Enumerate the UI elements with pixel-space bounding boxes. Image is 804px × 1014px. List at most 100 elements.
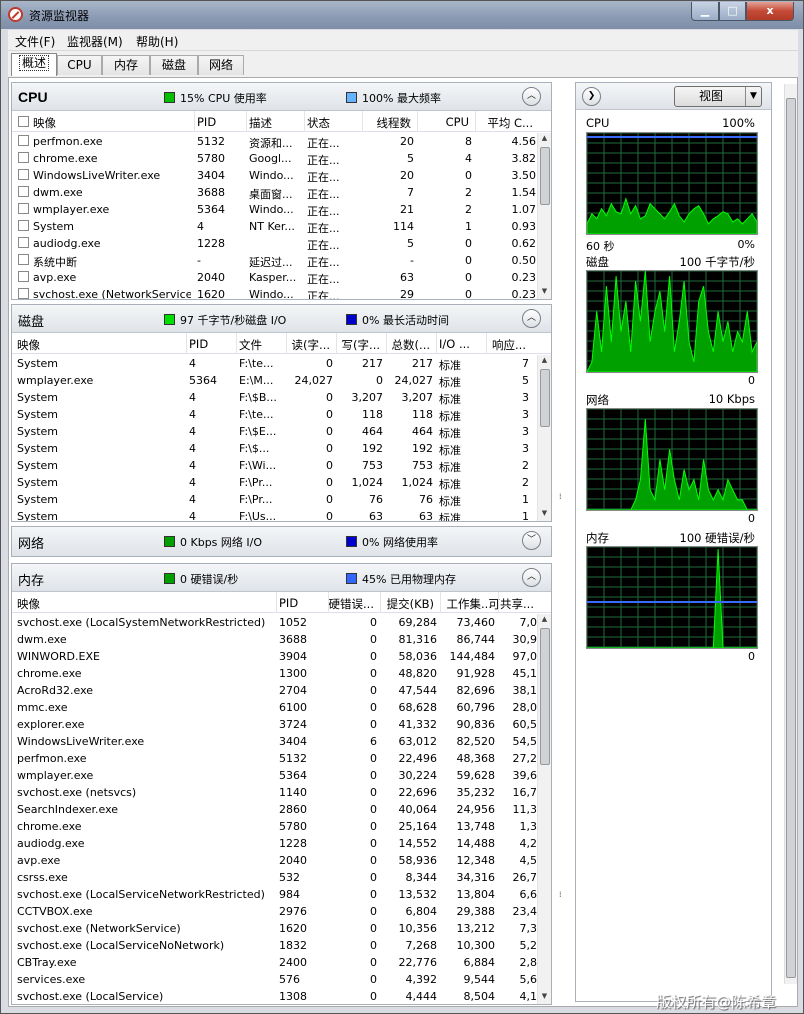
table-row[interactable]: perfmon.exe 5132 0 22,496 48,368 27,2: [12, 750, 551, 767]
table-row[interactable]: System 4 F:\te... 0 217 217 标准 7: [12, 355, 551, 372]
table-row[interactable]: dwm.exe 3688 桌面窗... 正在... 7 2 1.54: [12, 184, 551, 201]
table-row[interactable]: mmc.exe 6100 0 68,628 60,796 28,0: [12, 699, 551, 716]
table-row[interactable]: svchost.exe (LocalServiceNoNetwork) 1832 0…: [12, 937, 551, 954]
table-row[interactable]: svchost.exe (NetworkService) 1620 Windo...…: [12, 286, 551, 299]
table-scrollbar[interactable]: ▲ ▼: [537, 133, 551, 299]
row-checkbox[interactable]: [18, 152, 29, 163]
tab-memory[interactable]: 内存: [102, 55, 150, 75]
row-checkbox[interactable]: [18, 135, 29, 146]
table-row[interactable]: avp.exe 2040 Kasper... 正在... 63 0 0.23: [12, 269, 551, 286]
view-dropdown-button[interactable]: 视图 ▼: [674, 86, 762, 107]
column-header[interactable]: PID: [189, 337, 208, 351]
column-header[interactable]: 映像: [33, 115, 56, 131]
row-checkbox[interactable]: [18, 288, 29, 299]
column-header[interactable]: I/O ...: [439, 337, 470, 351]
scrollbar-thumb[interactable]: [540, 628, 550, 765]
network-expand-button[interactable]: ﹀: [522, 531, 541, 550]
table-row[interactable]: svchost.exe (LocalServiceNetworkRestrict…: [12, 886, 551, 903]
table-row[interactable]: wmplayer.exe 5364 0 30,224 59,628 39,6: [12, 767, 551, 784]
column-header[interactable]: 响应...: [492, 337, 526, 353]
tab-cpu[interactable]: CPU: [57, 55, 102, 75]
table-row[interactable]: dwm.exe 3688 0 81,316 86,744 30,9: [12, 631, 551, 648]
table-row[interactable]: avp.exe 2040 0 58,936 12,348 4,5: [12, 852, 551, 869]
column-header[interactable]: 总数(...: [392, 337, 430, 353]
column-header[interactable]: 描述: [249, 115, 272, 131]
scroll-up-icon[interactable]: ▲: [539, 134, 550, 145]
table-row[interactable]: audiodg.exe 1228 正在... 5 0 0.62: [12, 235, 551, 252]
column-header[interactable]: 提交(KB): [387, 596, 434, 612]
column-header[interactable]: 工作集...: [447, 596, 492, 612]
table-row[interactable]: svchost.exe (LocalSystemNetworkRestricte…: [12, 614, 551, 631]
table-row[interactable]: chrome.exe 5780 0 25,164 13,748 1,3: [12, 818, 551, 835]
scrollbar-thumb[interactable]: [540, 147, 550, 206]
table-row[interactable]: chrome.exe 1300 0 48,820 91,928 45,1: [12, 665, 551, 682]
column-header[interactable]: 文件: [239, 337, 262, 353]
table-row[interactable]: CBTray.exe 2400 0 22,776 6,884 2,8: [12, 954, 551, 971]
column-header[interactable]: 线程数: [377, 115, 412, 131]
scroll-down-icon[interactable]: ▼: [539, 992, 550, 1003]
maximize-button[interactable]: □: [719, 2, 746, 21]
menu-monitor[interactable]: 监视器(M): [67, 33, 123, 50]
minimize-button[interactable]: ▁: [691, 2, 719, 21]
title-bar[interactable]: 资源监视器 ▁ □ x: [1, 1, 803, 29]
column-header[interactable]: 映像: [17, 337, 40, 353]
table-row[interactable]: System 4 NT Ker... 正在... 114 1 0.93: [12, 218, 551, 235]
table-row[interactable]: explorer.exe 3724 0 41,332 90,836 60,5: [12, 716, 551, 733]
scroll-down-icon[interactable]: ▼: [539, 509, 550, 520]
table-row[interactable]: SearchIndexer.exe 2860 0 40,064 24,956 11,3: [12, 801, 551, 818]
table-row[interactable]: System 4 F:\te... 0 118 118 标准 3: [12, 406, 551, 423]
row-checkbox[interactable]: [18, 220, 29, 231]
menu-help[interactable]: 帮助(H): [136, 33, 178, 50]
close-button[interactable]: x: [746, 2, 794, 21]
table-row[interactable]: System 4 F:\Pr... 0 76 76 标准 1: [12, 491, 551, 508]
column-header[interactable]: 平均 C...: [487, 115, 533, 131]
menu-file[interactable]: 文件(F): [15, 33, 55, 50]
table-row[interactable]: System 4 F:\Us... 0 63 63 标准 1: [12, 508, 551, 521]
memory-pane-header[interactable]: 内存 0 硬错误/秒 45% 已用物理内存 ︿: [12, 564, 551, 592]
table-row[interactable]: AcroRd32.exe 2704 0 47,544 82,696 38,1: [12, 682, 551, 699]
table-row[interactable]: CCTVBOX.exe 2976 0 6,804 29,388 23,4: [12, 903, 551, 920]
graphs-scrollbar[interactable]: [784, 84, 797, 984]
table-scrollbar[interactable]: ▲ ▼: [537, 614, 551, 1004]
column-header[interactable]: 状态: [307, 115, 330, 131]
row-checkbox[interactable]: [18, 186, 29, 197]
dropdown-arrow-icon[interactable]: ▼: [745, 87, 761, 106]
memory-collapse-button[interactable]: ︿: [522, 568, 541, 587]
table-scrollbar[interactable]: ▲ ▼: [537, 355, 551, 521]
row-checkbox[interactable]: [18, 203, 29, 214]
table-row[interactable]: System 4 F:\Pr... 0 1,024 1,024 标准 2: [12, 474, 551, 491]
table-row[interactable]: wmplayer.exe 5364 E:\M... 24,027 0 24,027 标准 5: [12, 372, 551, 389]
table-row[interactable]: perfmon.exe 5132 资源和... 正在... 20 8 4.56: [12, 133, 551, 150]
table-row[interactable]: wmplayer.exe 5364 Windo... 正在... 21 2 1.07: [12, 201, 551, 218]
expand-graphs-button[interactable]: ❯: [582, 87, 601, 106]
table-row[interactable]: csrss.exe 532 0 8,344 34,316 26,7: [12, 869, 551, 886]
table-row[interactable]: audiodg.exe 1228 0 14,552 14,488 4,2: [12, 835, 551, 852]
disk-pane-header[interactable]: 磁盘 97 千字节/秒磁盘 I/O 0% 最长活动时间 ︿: [12, 305, 551, 333]
row-checkbox[interactable]: [18, 271, 29, 282]
row-checkbox[interactable]: [18, 169, 29, 180]
table-row[interactable]: chrome.exe 5780 Googl... 正在... 5 4 3.82: [12, 150, 551, 167]
tab-disk[interactable]: 磁盘: [150, 55, 198, 75]
column-header[interactable]: PID: [279, 596, 298, 610]
table-row[interactable]: svchost.exe (LocalService) 1308 0 4,444 8,50…: [12, 988, 551, 1004]
column-header[interactable]: PID: [197, 115, 216, 129]
pane-splitter[interactable]: ⁞ ⁞: [555, 80, 569, 1006]
column-header[interactable]: 读(字...: [292, 337, 330, 353]
cpu-collapse-button[interactable]: ︿: [522, 87, 541, 106]
table-row[interactable]: services.exe 576 0 4,392 9,544 5,6: [12, 971, 551, 988]
table-row[interactable]: WindowsLiveWriter.exe 3404 Windo... 正在... 20…: [12, 167, 551, 184]
table-row[interactable]: 系统中断 - 延迟过... 正在... - 0 0.50: [12, 252, 551, 269]
column-header[interactable]: 硬错误...: [329, 596, 374, 612]
table-row[interactable]: System 4 F:\$B... 0 3,207 3,207 标准 3: [12, 389, 551, 406]
tab-overview[interactable]: 概述: [11, 53, 57, 76]
scrollbar-thumb[interactable]: [540, 369, 550, 428]
table-row[interactable]: svchost.exe (netsvcs) 1140 0 22,696 35,232 16…: [12, 784, 551, 801]
table-row[interactable]: WindowsLiveWriter.exe 3404 6 63,012 82,520 54…: [12, 733, 551, 750]
tab-network[interactable]: 网络: [198, 55, 244, 75]
table-row[interactable]: WINWORD.EXE 3904 0 58,036 144,484 97,0: [12, 648, 551, 665]
column-header[interactable]: CPU: [446, 115, 469, 129]
network-pane-header[interactable]: 网络 0 Kbps 网络 I/O 0% 网络使用率 ﹀: [12, 527, 551, 556]
column-header[interactable]: 写(字...: [342, 337, 380, 353]
scroll-down-icon[interactable]: ▼: [539, 287, 550, 298]
row-checkbox[interactable]: [18, 237, 29, 248]
